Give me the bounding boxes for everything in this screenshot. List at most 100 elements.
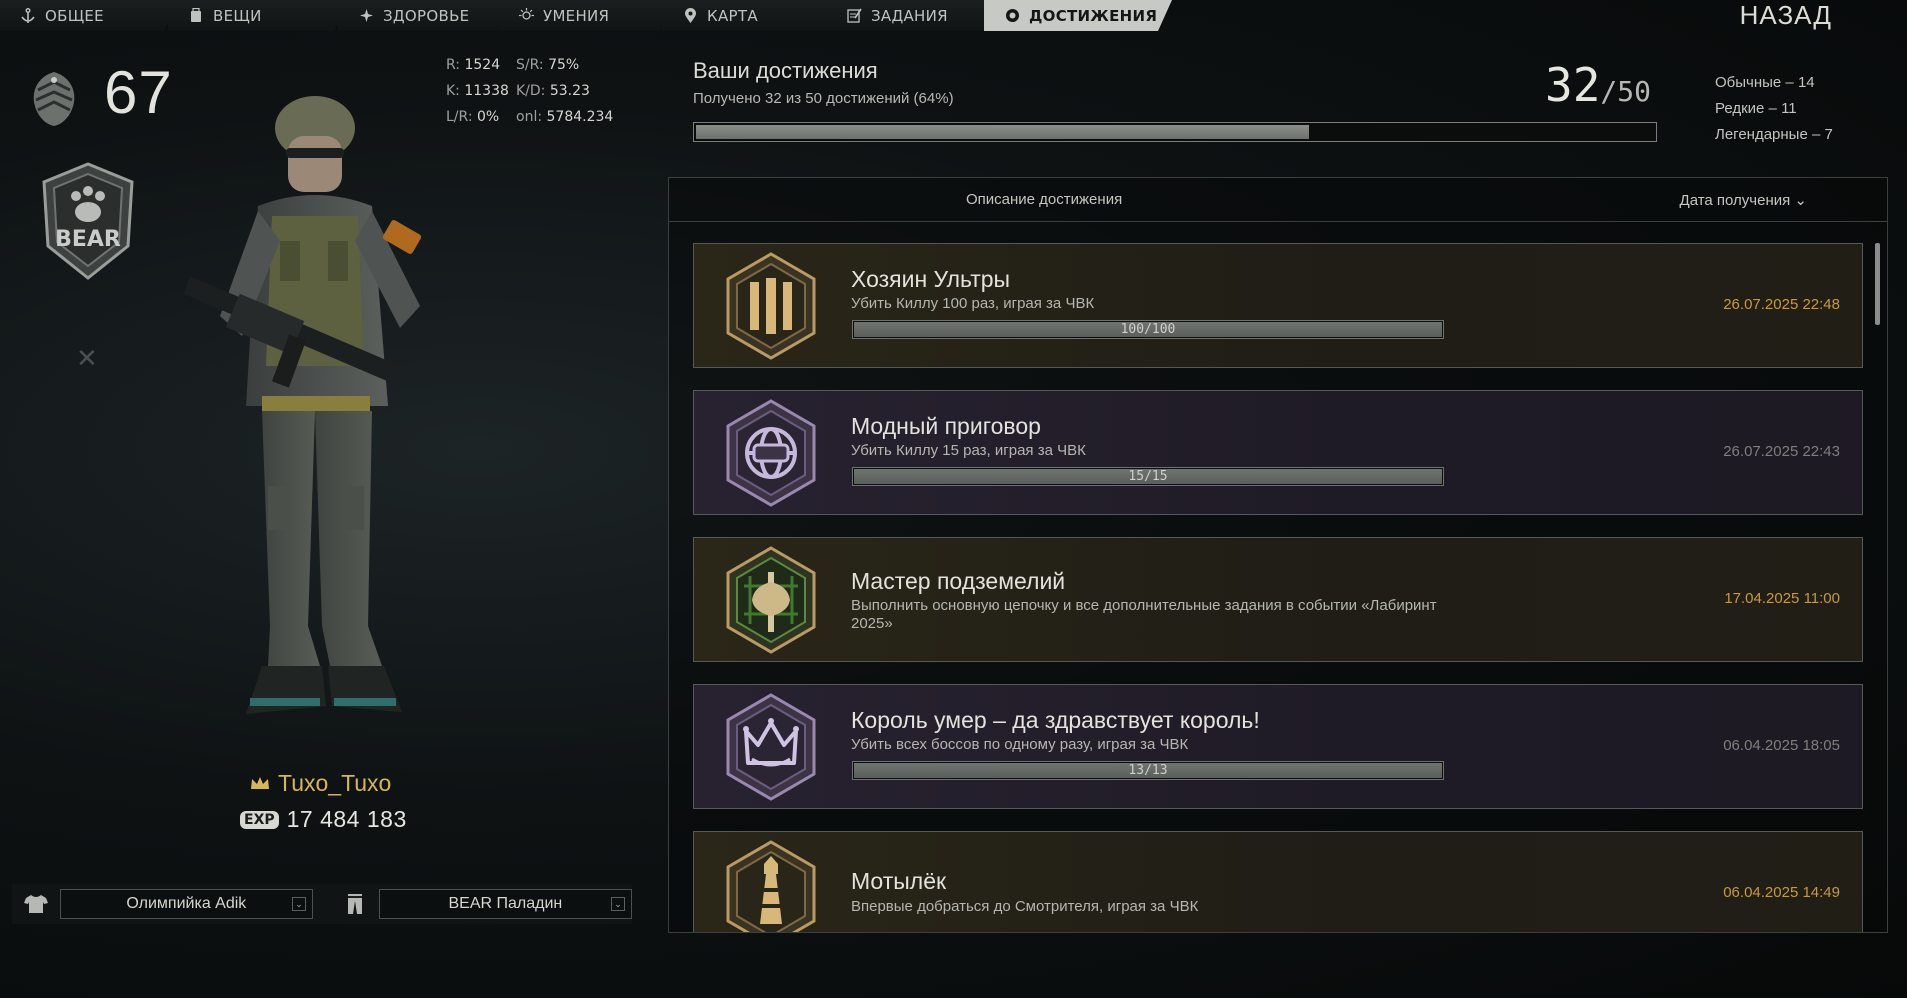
exp-badge-icon: EXP xyxy=(240,810,279,829)
achievement-description: Впервые добраться до Смотрителя, играя з… xyxy=(851,898,1199,915)
achievement-list: Хозяин Ультры Убить Киллу 100 раз, играя… xyxy=(693,243,1863,932)
achievement-date: 06.04.2025 18:05 xyxy=(1723,737,1840,754)
shirt-icon xyxy=(22,890,50,918)
back-button[interactable]: НАЗАД xyxy=(1740,0,1832,31)
column-date-sort[interactable]: Дата получения ⌄ xyxy=(1680,191,1807,209)
tab-items-label: ВЕЩИ xyxy=(213,6,262,25)
chevron-down-icon: ⌄ xyxy=(1794,192,1807,209)
stat-kd-value: 53.23 xyxy=(549,83,590,99)
achievement-date: 17.04.2025 11:00 xyxy=(1724,590,1840,607)
achievement-date: 26.07.2025 22:43 xyxy=(1723,443,1840,460)
achievement-description: Выполнить основную цепочку и все дополни… xyxy=(851,597,1437,632)
overall-progress-bar xyxy=(693,122,1657,142)
health-icon xyxy=(358,8,374,24)
column-date-label: Дата получения xyxy=(1679,192,1791,209)
labyrinth-axe-icon xyxy=(724,546,818,654)
achievement-name: Мотылёк xyxy=(851,868,947,894)
tab-health[interactable]: ЗДОРОВЬЕ xyxy=(338,0,510,31)
rarity-breakdown: Обычные – 14 Редкие – 11 Легендарные – 7 xyxy=(1715,70,1833,148)
achievement-row[interactable]: Хозяин Ультры Убить Киллу 100 раз, играя… xyxy=(693,243,1863,368)
tab-tasks-label: ЗАДАНИЯ xyxy=(871,6,948,25)
lighthouse-icon xyxy=(724,840,818,932)
skills-icon xyxy=(518,8,534,24)
list-header: Описание достижения Дата получения ⌄ xyxy=(669,178,1887,222)
top-navigation: ОБЩЕЕ ВЕЩИ ЗДОРОВЬЕ УМЕНИЯ КАРТА ЗАДАНИЯ xyxy=(0,0,1907,32)
helmet-globe-icon xyxy=(724,399,818,507)
achievement-description: Убить Киллу 100 раз, играя за ЧВК xyxy=(851,295,1095,312)
achievement-progress-bar: 100/100 xyxy=(852,320,1444,339)
close-icon[interactable]: ✕ xyxy=(76,344,98,374)
achievements-icon xyxy=(1004,8,1020,24)
achievement-description: Убить Киллу 15 раз, играя за ЧВК xyxy=(851,442,1086,459)
achievement-row[interactable]: Король умер – да здравствует король! Уби… xyxy=(693,684,1863,809)
list-scrollbar[interactable] xyxy=(1875,243,1880,325)
achievement-progress-text: 13/13 xyxy=(1128,763,1168,778)
achievement-name: Модный приговор xyxy=(851,413,1041,439)
stat-lr-value: 0% xyxy=(476,109,500,125)
tasks-icon xyxy=(846,8,862,24)
clothing-selectors: Олимпийка Adik ⌄ BEAR Паладин ⌄ xyxy=(12,884,632,924)
ultra-stripes-icon xyxy=(724,252,818,360)
experience: EXP 17 484 183 xyxy=(240,806,407,833)
tab-map[interactable]: КАРТА xyxy=(662,0,840,31)
exp-value: 17 484 183 xyxy=(286,806,407,832)
chevron-down-icon: ⌄ xyxy=(292,897,306,911)
stat-onl-value: 5784.234 xyxy=(546,109,614,125)
profile-panel: 67 R: 1524 S/R: 75% K: 11338 K/D: 53.23 … xyxy=(0,36,640,936)
achievement-list-panel: Описание достижения Дата получения ⌄ Хоз… xyxy=(668,177,1888,933)
clothing-top-select[interactable]: Олимпийка Adik ⌄ xyxy=(59,889,313,919)
clothing-bottom-value: BEAR Паладин xyxy=(448,895,563,912)
chevron-down-icon: ⌄ xyxy=(611,897,625,911)
achievement-name: Хозяин Ультры xyxy=(851,266,1011,292)
tab-health-label: ЗДОРОВЬЕ xyxy=(383,6,470,25)
nickname-text: Tuxo_Tuxo xyxy=(278,770,392,796)
achievement-row[interactable]: Мастер подземелий Выполнить основную цеп… xyxy=(693,537,1863,662)
achievement-date: 26.07.2025 22:48 xyxy=(1723,296,1840,313)
player-nickname: Tuxo_Tuxo xyxy=(250,770,391,797)
tab-map-label: КАРТА xyxy=(707,6,758,25)
summary-subtitle: Получено 32 из 50 достижений (64%) xyxy=(693,90,954,107)
tab-items[interactable]: ВЕЩИ xyxy=(168,0,348,31)
achievement-count: 32/50 xyxy=(1545,58,1651,112)
achievement-count-value: 32 xyxy=(1545,58,1601,112)
achievement-progress-bar: 15/15 xyxy=(852,467,1444,486)
stat-sr-label: S/R: xyxy=(516,57,544,73)
crown-icon xyxy=(724,693,818,801)
achievement-count-total: /50 xyxy=(1600,75,1651,108)
column-description[interactable]: Описание достижения xyxy=(966,191,1122,208)
achievement-row[interactable]: Модный приговор Убить Киллу 15 раз, игра… xyxy=(693,390,1863,515)
tab-skills[interactable]: УМЕНИЯ xyxy=(498,0,674,31)
achievement-date: 06.04.2025 14:49 xyxy=(1723,884,1840,901)
achievement-name: Мастер подземелий xyxy=(851,568,1066,594)
level-emblem-icon xyxy=(28,68,80,130)
stat-kd-label: K/D: xyxy=(516,83,546,99)
achievement-progress-text: 15/15 xyxy=(1128,469,1168,484)
clothing-bottom-select[interactable]: BEAR Паладин ⌄ xyxy=(378,889,632,919)
crown-icon xyxy=(250,770,270,797)
tab-general[interactable]: ОБЩЕЕ xyxy=(0,0,178,31)
rarity-legendary: Легендарные – 7 xyxy=(1715,126,1833,143)
bear-faction-icon: BEAR xyxy=(36,160,140,284)
tab-tasks[interactable]: ЗАДАНИЯ xyxy=(826,0,1004,31)
inventory-icon xyxy=(188,8,204,24)
overall-progress-fill xyxy=(696,125,1310,139)
achievement-name: Король умер – да здравствует король! xyxy=(851,707,1260,733)
pants-icon xyxy=(341,890,369,918)
map-pin-icon xyxy=(682,8,698,24)
tab-achievements-label: ДОСТИЖЕНИЯ xyxy=(1029,6,1158,25)
achievement-description: Убить всех боссов по одному разу, играя … xyxy=(851,736,1189,753)
rarity-rare: Редкие – 11 xyxy=(1715,100,1797,117)
achievement-progress-bar: 13/13 xyxy=(852,761,1444,780)
stat-onl-label: onl: xyxy=(516,109,543,125)
tab-general-label: ОБЩЕЕ xyxy=(45,6,104,25)
stat-sr-value: 75% xyxy=(548,57,580,73)
character-model xyxy=(150,66,480,786)
achievement-progress-text: 100/100 xyxy=(1120,322,1176,337)
tab-achievements[interactable]: ДОСТИЖЕНИЯ xyxy=(984,0,1172,31)
faction-text: BEAR xyxy=(55,227,121,252)
achievement-row[interactable]: Мотылёк Впервые добраться до Смотрителя,… xyxy=(693,831,1863,932)
rarity-common: Обычные – 14 xyxy=(1715,74,1815,91)
clothing-top-value: Олимпийка Adik xyxy=(126,895,247,912)
tab-skills-label: УМЕНИЯ xyxy=(543,6,610,25)
summary-title: Ваши достижения xyxy=(693,58,878,83)
